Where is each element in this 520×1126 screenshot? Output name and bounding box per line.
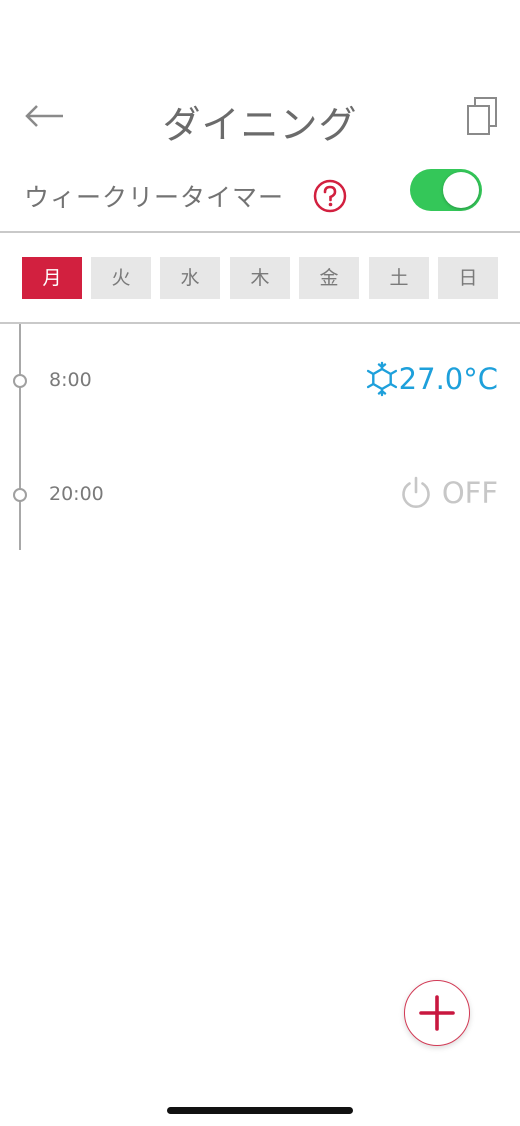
snowflake-icon xyxy=(364,361,400,397)
toggle-knob xyxy=(443,172,479,208)
plus-icon xyxy=(419,995,455,1031)
day-tab-tue[interactable]: 火 xyxy=(91,257,151,299)
divider xyxy=(0,231,520,233)
day-tab-mon[interactable]: 月 xyxy=(22,257,82,299)
day-selector: 月 火 水 木 金 土 日 xyxy=(22,257,498,299)
help-button[interactable] xyxy=(312,178,348,214)
entry-time: 8:00 xyxy=(49,369,92,391)
day-tab-sat[interactable]: 土 xyxy=(369,257,429,299)
weekly-timer-toggle[interactable] xyxy=(410,169,482,211)
weekly-timer-row: ウィークリータイマー xyxy=(0,162,520,228)
day-tab-fri[interactable]: 金 xyxy=(299,257,359,299)
schedule-entry[interactable]: 8:00 27.0°C xyxy=(0,351,520,411)
question-circle-icon xyxy=(313,179,347,213)
entry-off-label: OFF xyxy=(441,476,498,510)
header: ダイニング xyxy=(0,84,520,148)
day-tab-sun[interactable]: 日 xyxy=(438,257,498,299)
divider xyxy=(0,322,520,324)
schedule-entry[interactable]: 20:00 OFF xyxy=(0,465,520,525)
day-tab-thu[interactable]: 木 xyxy=(230,257,290,299)
entry-temperature: 27.0°C xyxy=(398,362,498,396)
arrow-left-icon xyxy=(25,105,63,127)
back-button[interactable] xyxy=(22,96,68,136)
weekly-timer-label: ウィークリータイマー xyxy=(24,183,285,212)
power-icon xyxy=(398,475,434,511)
page-title: ダイニング xyxy=(162,103,358,147)
day-tab-wed[interactable]: 水 xyxy=(160,257,220,299)
copy-icon xyxy=(467,97,497,135)
add-schedule-button[interactable] xyxy=(404,980,470,1046)
copy-button[interactable] xyxy=(464,96,500,136)
entry-time: 20:00 xyxy=(49,483,104,505)
home-indicator xyxy=(167,1107,353,1114)
